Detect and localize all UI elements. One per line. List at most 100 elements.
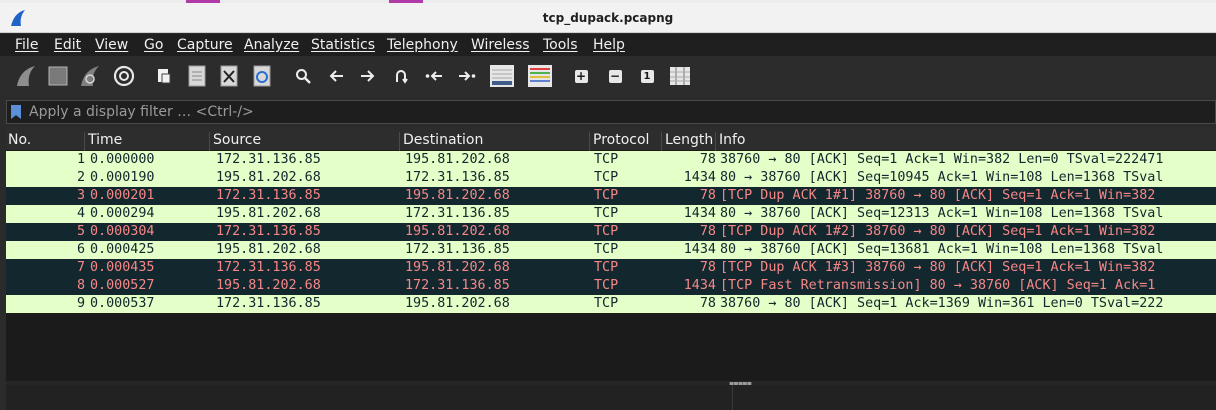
cell-info: [TCP Fast Retransmission] 80 → 38760 [AC… [720, 278, 1156, 293]
cell-source: 172.31.136.85 [216, 188, 321, 203]
menu-bar: File Edit View Go Capture Analyze Statis… [0, 34, 1216, 56]
cell-destination: 172.31.136.85 [405, 170, 510, 185]
cell-length: 78 [699, 224, 716, 239]
menu-go[interactable]: Go [144, 37, 163, 53]
cell-no: 9 [76, 296, 85, 311]
cell-protocol: TCP [594, 152, 619, 167]
column-header-protocol[interactable]: Protocol [591, 132, 662, 151]
cell-length: 78 [699, 260, 716, 275]
find-packet-icon[interactable] [291, 64, 315, 88]
menu-help[interactable]: Help [593, 37, 625, 53]
column-header-time[interactable]: Time [86, 132, 210, 151]
packet-rows: 1 0.000000 172.31.136.85 195.81.202.68 T… [6, 151, 1216, 313]
open-file-icon[interactable] [152, 64, 176, 88]
main-toolbar: + − 1 [0, 56, 1216, 96]
cell-info: 80 → 38760 [ACK] Seq=12313 Ack=1 Win=108… [720, 206, 1164, 221]
cell-time: 0.000527 [90, 278, 155, 293]
packet-row[interactable]: 2 0.000190 195.81.202.68 172.31.136.85 T… [6, 169, 1216, 187]
cell-protocol: TCP [594, 278, 619, 293]
menu-analyze[interactable]: Analyze [244, 37, 299, 53]
column-header-source[interactable]: Source [211, 132, 400, 151]
cell-info: [TCP Dup ACK 1#1] 38760 → 80 [ACK] Seq=1… [720, 188, 1156, 203]
cell-length: 78 [699, 296, 716, 311]
cell-protocol: TCP [594, 206, 619, 221]
cell-destination: 195.81.202.68 [405, 260, 510, 275]
cell-source: 172.31.136.85 [216, 152, 321, 167]
cell-protocol: TCP [594, 188, 619, 203]
go-to-packet-icon[interactable] [389, 64, 413, 88]
cell-info: 80 → 38760 [ACK] Seq=13681 Ack=1 Win=108… [720, 242, 1164, 257]
normal-size-glyph: 1 [640, 69, 654, 83]
cell-destination: 172.31.136.85 [405, 242, 510, 257]
zoom-in-icon[interactable]: + [569, 64, 593, 88]
cell-time: 0.000201 [90, 188, 155, 203]
menu-tools[interactable]: Tools [543, 37, 578, 53]
autoscroll-icon[interactable] [488, 64, 516, 88]
go-back-icon[interactable] [324, 64, 348, 88]
colorize-icon[interactable] [526, 64, 554, 88]
start-capture-icon[interactable] [14, 64, 38, 88]
menu-view[interactable]: View [95, 37, 128, 53]
packet-list[interactable]: No. Time Source Destination Protocol Len… [6, 129, 1216, 381]
cell-time: 0.000000 [90, 152, 155, 167]
menu-edit[interactable]: Edit [54, 37, 81, 53]
cell-source: 195.81.202.68 [216, 206, 321, 221]
capture-options-icon[interactable] [112, 64, 136, 88]
cell-destination: 172.31.136.85 [405, 278, 510, 293]
last-packet-icon[interactable] [455, 64, 479, 88]
cell-destination: 172.31.136.85 [405, 206, 510, 221]
packet-details-pane [6, 385, 1216, 410]
cell-no: 3 [76, 188, 85, 203]
cell-time: 0.000537 [90, 296, 155, 311]
cell-no: 8 [76, 278, 85, 293]
first-packet-icon[interactable] [422, 64, 446, 88]
normal-size-icon[interactable]: 1 [635, 64, 659, 88]
packet-row[interactable]: 9 0.000537 172.31.136.85 195.81.202.68 T… [6, 295, 1216, 313]
cell-no: 7 [76, 260, 85, 275]
restart-capture-icon[interactable] [78, 64, 102, 88]
menu-statistics[interactable]: Statistics [311, 37, 375, 53]
window-title: tcp_dupack.pcapng [542, 11, 674, 25]
packet-row[interactable]: 7 0.000435 172.31.136.85 195.81.202.68 T… [6, 259, 1216, 277]
cell-source: 172.31.136.85 [216, 224, 321, 239]
cell-destination: 195.81.202.68 [405, 152, 510, 167]
cell-length: 1434 [683, 242, 716, 257]
bookmark-icon[interactable] [11, 105, 21, 119]
cell-time: 0.000425 [90, 242, 155, 257]
stop-capture-icon[interactable] [46, 64, 70, 88]
menu-telephony[interactable]: Telephony [387, 37, 458, 53]
packet-row[interactable]: 3 0.000201 172.31.136.85 195.81.202.68 T… [6, 187, 1216, 205]
cell-time: 0.000435 [90, 260, 155, 275]
packet-row[interactable]: 1 0.000000 172.31.136.85 195.81.202.68 T… [6, 151, 1216, 169]
menu-capture[interactable]: Capture [177, 37, 233, 53]
column-header-info[interactable]: Info [717, 132, 1216, 151]
cell-protocol: TCP [594, 260, 619, 275]
cell-protocol: TCP [594, 224, 619, 239]
packet-row[interactable]: 5 0.000304 172.31.136.85 195.81.202.68 T… [6, 223, 1216, 241]
column-header-destination[interactable]: Destination [401, 132, 590, 151]
column-header-no[interactable]: No. [6, 132, 85, 151]
resize-columns-icon[interactable] [668, 64, 692, 88]
menu-wireless[interactable]: Wireless [471, 37, 530, 53]
go-forward-icon[interactable] [356, 64, 380, 88]
reload-file-icon[interactable] [250, 64, 274, 88]
cell-no: 6 [76, 242, 85, 257]
display-filter-input[interactable] [29, 102, 1209, 122]
save-file-icon[interactable] [185, 64, 209, 88]
packet-row[interactable]: 8 0.000527 195.81.202.68 172.31.136.85 T… [6, 277, 1216, 295]
cell-protocol: TCP [594, 170, 619, 185]
cell-no: 2 [76, 170, 85, 185]
packet-row[interactable]: 4 0.000294 195.81.202.68 172.31.136.85 T… [6, 205, 1216, 223]
cell-source: 195.81.202.68 [216, 170, 321, 185]
cell-protocol: TCP [594, 296, 619, 311]
zoom-out-icon[interactable]: − [603, 64, 627, 88]
cell-length: 78 [699, 188, 716, 203]
column-header-length[interactable]: Length [663, 132, 716, 151]
cell-info: [TCP Dup ACK 1#2] 38760 → 80 [ACK] Seq=1… [720, 224, 1156, 239]
close-file-icon[interactable] [217, 64, 241, 88]
cell-source: 195.81.202.68 [216, 242, 321, 257]
cell-length: 1434 [683, 170, 716, 185]
packet-row[interactable]: 6 0.000425 195.81.202.68 172.31.136.85 T… [6, 241, 1216, 259]
menu-file[interactable]: File [15, 37, 38, 53]
packet-bytes-pane [6, 385, 733, 410]
